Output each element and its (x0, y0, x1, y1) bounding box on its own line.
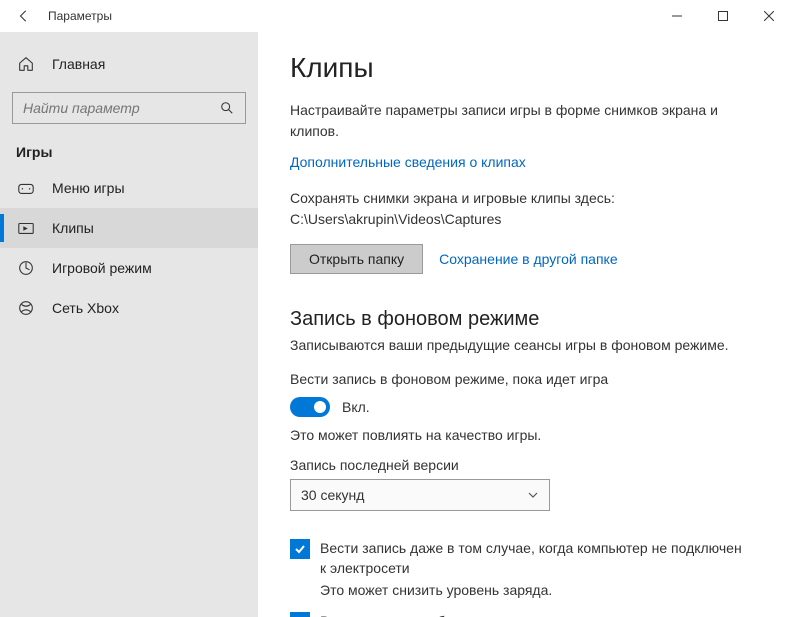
checkbox-battery-hint: Это может снизить уровень заряда. (320, 582, 768, 598)
sidebar: Главная Игры Меню игры Клипы (0, 32, 258, 617)
close-button[interactable] (746, 0, 792, 32)
save-location: Сохранять снимки экрана и игровые клипы … (290, 188, 750, 230)
titlebar: Параметры (0, 0, 800, 32)
sidebar-item-label: Сеть Xbox (52, 300, 119, 316)
sidebar-item-label: Клипы (52, 220, 94, 236)
checkbox-wireless[interactable] (290, 612, 310, 617)
sidebar-item-xbox-network[interactable]: Сеть Xbox (0, 288, 258, 328)
game-mode-icon (16, 258, 36, 278)
maximize-button[interactable] (700, 0, 746, 32)
chevron-down-icon (527, 489, 539, 501)
more-info-link[interactable]: Дополнительные сведения о клипах (290, 154, 526, 170)
main-content: Клипы Настраивайте параметры записи игры… (258, 32, 800, 617)
sidebar-item-label: Игровой режим (52, 260, 152, 276)
background-toggle-hint: Это может повлиять на качество игры. (290, 427, 768, 443)
last-version-dropdown[interactable]: 30 секунд (290, 479, 550, 511)
game-bar-icon (16, 178, 36, 198)
search-box[interactable] (12, 92, 246, 124)
sidebar-item-label: Меню игры (52, 180, 125, 196)
xbox-icon (16, 298, 36, 318)
home-icon (16, 54, 36, 74)
background-toggle-label: Вести запись в фоновом режиме, пока идет… (290, 371, 768, 387)
page-description: Настраивайте параметры записи игры в фор… (290, 100, 750, 142)
background-toggle[interactable] (290, 397, 330, 417)
checkbox-row-wireless: Вести запись при беспроводном проецирова… (290, 612, 750, 617)
search-icon (219, 100, 235, 116)
background-subtitle: Записываются ваши предыдущие сеансы игры… (290, 337, 768, 353)
minimize-button[interactable] (654, 0, 700, 32)
page-title: Клипы (290, 52, 768, 84)
back-button[interactable] (8, 0, 40, 32)
search-input[interactable] (23, 100, 219, 116)
dropdown-value: 30 секунд (301, 487, 364, 503)
save-other-folder-link[interactable]: Сохранение в другой папке (439, 251, 618, 267)
sidebar-home[interactable]: Главная (0, 44, 258, 84)
captures-icon (16, 218, 36, 238)
background-toggle-state: Вкл. (342, 399, 370, 415)
checkbox-battery[interactable] (290, 539, 310, 559)
sidebar-item-captures[interactable]: Клипы (0, 208, 258, 248)
last-version-label: Запись последней версии (290, 457, 768, 473)
checkbox-battery-label: Вести запись даже в том случае, когда ко… (320, 539, 750, 578)
sidebar-item-game-bar[interactable]: Меню игры (0, 168, 258, 208)
checkbox-row-battery: Вести запись даже в том случае, когда ко… (290, 539, 750, 578)
window-title: Параметры (48, 9, 112, 23)
background-heading: Запись в фоновом режиме (290, 308, 768, 331)
open-folder-button[interactable]: Открыть папку (290, 244, 423, 274)
sidebar-item-game-mode[interactable]: Игровой режим (0, 248, 258, 288)
sidebar-home-label: Главная (52, 56, 105, 72)
checkbox-wireless-label: Вести запись при беспроводном проецирова… (320, 612, 684, 617)
sidebar-section-label: Игры (0, 128, 258, 168)
